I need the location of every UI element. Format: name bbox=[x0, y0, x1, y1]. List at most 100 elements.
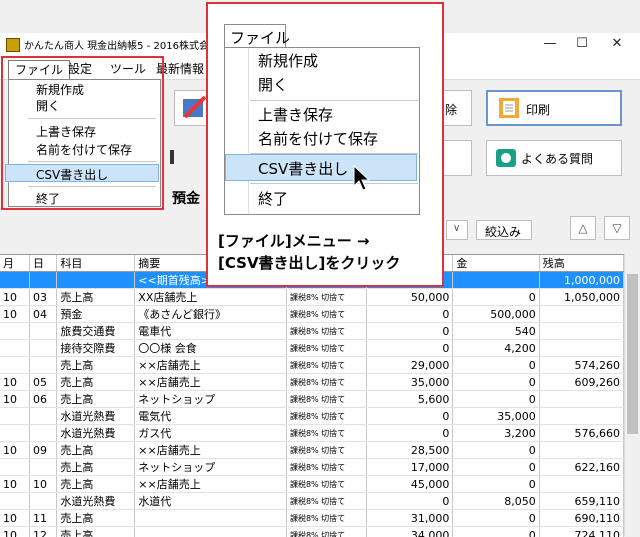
delete-button[interactable]: 除 bbox=[442, 90, 472, 126]
table-row[interactable]: 1011売上高課税8% 切捨て31,0000690,110 bbox=[0, 510, 624, 527]
table-cell: 5,600 bbox=[366, 391, 452, 408]
table-row[interactable]: 1010売上高××店舗売上課税8% 切捨て45,0000 bbox=[0, 476, 624, 493]
table-cell bbox=[539, 476, 623, 493]
table-row[interactable]: 接待交際費〇〇様 会食課税8% 切捨て04,200 bbox=[0, 340, 624, 357]
zoom-separator bbox=[250, 100, 418, 101]
table-cell: 540 bbox=[453, 323, 539, 340]
move-up-button[interactable]: △ bbox=[570, 216, 596, 240]
table-row[interactable]: 水道光熱費ガス代課税8% 切捨て03,200576,660 bbox=[0, 425, 624, 442]
table-cell: 水道光熱費 bbox=[57, 425, 135, 442]
table-row[interactable]: 1006売上高ネットショップ課税8% 切捨て5,6000 bbox=[0, 391, 624, 408]
table-row[interactable]: 1009売上高××店舗売上課税8% 切捨て28,5000 bbox=[0, 442, 624, 459]
zoom-item-exit: 終了 bbox=[258, 188, 288, 209]
table-row[interactable]: 1003売上高XX店舗売上課税8% 切捨て50,00001,050,000 bbox=[0, 289, 624, 306]
column-header[interactable]: 日 bbox=[29, 255, 56, 272]
instruction-caption: [CSV書き出し]をクリック bbox=[218, 252, 400, 273]
column-header[interactable]: 月 bbox=[0, 255, 29, 272]
table-cell: 課税8% 切捨て bbox=[286, 289, 366, 306]
table-cell: 11 bbox=[29, 510, 56, 527]
table-cell: 574,260 bbox=[539, 357, 623, 374]
table-cell: 35,000 bbox=[366, 374, 452, 391]
table-cell bbox=[0, 340, 29, 357]
table-row[interactable]: 水道光熱費電気代課税8% 切捨て035,000 bbox=[0, 408, 624, 425]
table-cell bbox=[29, 425, 56, 442]
table-cell: 電気代 bbox=[135, 408, 287, 425]
table-cell: 690,110 bbox=[539, 510, 623, 527]
table-cell: 預金 bbox=[57, 306, 135, 323]
move-down-button[interactable]: ▽ bbox=[604, 216, 630, 240]
table-cell: 45,000 bbox=[366, 476, 452, 493]
table-cell bbox=[0, 323, 29, 340]
table-cell bbox=[29, 493, 56, 510]
table-row[interactable]: 水道光熱費水道代課税8% 切捨て08,050659,110 bbox=[0, 493, 624, 510]
faq-button[interactable]: よくある質問 bbox=[486, 140, 622, 176]
table-cell: 売上高 bbox=[57, 476, 135, 493]
table-cell: 06 bbox=[29, 391, 56, 408]
maximize-button[interactable]: ☐ bbox=[567, 34, 597, 54]
zoom-item-open: 開く bbox=[258, 74, 288, 95]
ledger-table: 月日科目摘要金残高 <<期首残高>>1,000,0001003売上高XX店舗売上… bbox=[0, 254, 624, 537]
table-cell: 水道光熱費 bbox=[57, 408, 135, 425]
table-cell: 04 bbox=[29, 306, 56, 323]
column-header[interactable]: 残高 bbox=[539, 255, 623, 272]
print-icon bbox=[498, 97, 520, 119]
table-cell: 609,260 bbox=[539, 374, 623, 391]
table-cell: 課税8% 切捨て bbox=[286, 408, 366, 425]
table-row[interactable]: 旅費交通費電車代課税8% 切捨て0540 bbox=[0, 323, 624, 340]
table-cell: 10 bbox=[29, 476, 56, 493]
table-cell: 電車代 bbox=[135, 323, 287, 340]
column-header[interactable]: 科目 bbox=[57, 255, 135, 272]
zoom-item-csv-export: CSV書き出し bbox=[258, 158, 348, 179]
vertical-scrollbar[interactable] bbox=[624, 254, 640, 536]
table-cell: 0 bbox=[366, 493, 452, 510]
table-row[interactable]: 1005売上高××店舗売上課税8% 切捨て35,0000609,260 bbox=[0, 374, 624, 391]
table-cell: 水道代 bbox=[135, 493, 287, 510]
table-row[interactable]: 1004預金《あさんど銀行》課税8% 切捨て0500,000 bbox=[0, 306, 624, 323]
table-cell: 10 bbox=[0, 391, 29, 408]
table-row[interactable]: 売上高××店舗売上課税8% 切捨て29,0000574,260 bbox=[0, 357, 624, 374]
chevron-down-icon[interactable]: ∨ bbox=[446, 220, 468, 240]
table-cell: 12 bbox=[29, 527, 56, 537]
blank-button[interactable] bbox=[442, 140, 472, 176]
table-cell: 10 bbox=[0, 510, 29, 527]
table-cell: 課税8% 切捨て bbox=[286, 323, 366, 340]
table-cell bbox=[29, 357, 56, 374]
close-button[interactable]: ✕ bbox=[602, 34, 632, 54]
table-cell: 35,000 bbox=[453, 408, 539, 425]
print-button[interactable]: 印刷 bbox=[486, 90, 622, 126]
table-cell: 0 bbox=[453, 476, 539, 493]
table-row[interactable]: 売上高ネットショップ課税8% 切捨て17,0000622,160 bbox=[0, 459, 624, 476]
table-cell bbox=[539, 391, 623, 408]
table-cell: 売上高 bbox=[57, 289, 135, 306]
table-cell: 622,160 bbox=[539, 459, 623, 476]
zoom-item-overwrite: 上書き保存 bbox=[258, 104, 333, 125]
mouse-cursor-icon bbox=[352, 164, 374, 192]
table-cell: 28,500 bbox=[366, 442, 452, 459]
table-cell: 課税8% 切捨て bbox=[286, 510, 366, 527]
table-cell: 課税8% 切捨て bbox=[286, 476, 366, 493]
table-cell bbox=[539, 340, 623, 357]
table-cell: 売上高 bbox=[57, 510, 135, 527]
table-row[interactable]: 1012売上高課税8% 切捨て34,0000724,110 bbox=[0, 527, 624, 537]
zoom-separator bbox=[250, 153, 418, 154]
minimize-button[interactable]: — bbox=[535, 34, 565, 54]
column-header[interactable]: 金 bbox=[453, 255, 539, 272]
table-cell: ネットショップ bbox=[135, 459, 287, 476]
table-cell: 8,050 bbox=[453, 493, 539, 510]
table-cell: 売上高 bbox=[57, 357, 135, 374]
table-cell: XX店舗売上 bbox=[135, 289, 287, 306]
table-cell: 0 bbox=[366, 425, 452, 442]
table-cell bbox=[29, 272, 56, 289]
filter-button[interactable]: 絞込み bbox=[476, 220, 532, 240]
table-cell: 0 bbox=[366, 323, 452, 340]
table-cell: 課税8% 切捨て bbox=[286, 493, 366, 510]
table-cell bbox=[0, 493, 29, 510]
table-cell: 課税8% 切捨て bbox=[286, 357, 366, 374]
table-cell: 《あさんど銀行》 bbox=[135, 306, 287, 323]
table-cell: 課税8% 切捨て bbox=[286, 374, 366, 391]
table-cell bbox=[29, 408, 56, 425]
scrollbar-thumb[interactable] bbox=[627, 274, 638, 434]
table-cell bbox=[0, 408, 29, 425]
table-cell: 売上高 bbox=[57, 391, 135, 408]
table-cell: 課税8% 切捨て bbox=[286, 527, 366, 537]
